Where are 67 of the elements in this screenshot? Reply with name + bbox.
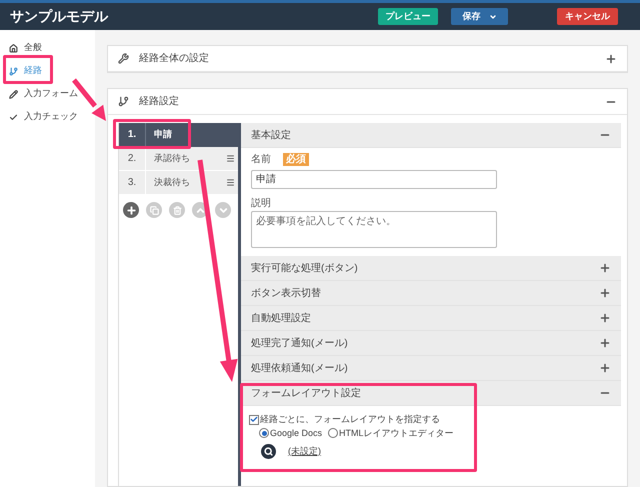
search-button[interactable] — [261, 444, 276, 459]
panel-title: 経路設定 — [139, 94, 180, 109]
section-title: 処理依頼通知(メール) — [251, 362, 348, 376]
section-header[interactable]: 基本設定 — [241, 123, 621, 148]
radio-label: HTMLレイアウトエディター — [339, 426, 454, 440]
drag-handle-icon[interactable] — [226, 154, 235, 163]
check-icon — [250, 415, 258, 424]
step-number: 1. — [126, 128, 138, 142]
section-header[interactable]: 実行可能な処理(ボタン) — [241, 256, 621, 281]
search-icon — [264, 447, 273, 456]
description-field[interactable]: 必要事項を記入してください。 — [251, 211, 497, 248]
expand-icon[interactable] — [605, 52, 617, 64]
trash-icon — [172, 206, 182, 214]
section-title: 自動処理設定 — [251, 312, 311, 326]
step-name: 承認待ち — [145, 147, 226, 170]
section-title: 実行可能な処理(ボタン) — [251, 262, 358, 276]
template-link[interactable]: (未設定) — [288, 444, 321, 458]
copy-icon — [150, 206, 158, 214]
add-button[interactable] — [123, 202, 139, 218]
field-label: 説明 — [251, 196, 272, 211]
section-header[interactable]: ボタン表示切替 — [241, 281, 621, 306]
wrench-icon — [118, 53, 129, 64]
step-item[interactable]: 3. 決裁待ち — [119, 171, 238, 195]
panel-title: 経路全体の設定 — [139, 52, 210, 66]
save-button[interactable]: 保存 — [451, 8, 508, 25]
section-title: ボタン表示切替 — [251, 286, 321, 300]
branch-icon — [118, 96, 129, 107]
caret-icon — [488, 12, 496, 20]
pencil-icon — [9, 90, 18, 98]
checkbox-label: 経路ごとに、フォームレイアウトを指定する — [260, 413, 440, 426]
cancel-button[interactable]: キャンセル — [557, 8, 618, 25]
plus-icon — [126, 204, 136, 216]
section-header[interactable]: 自動処理設定 — [241, 306, 621, 331]
sidebar-item[interactable]: 入力フォーム — [9, 86, 78, 102]
required-badge: 必須 — [283, 153, 309, 166]
expand-icon[interactable] — [599, 262, 611, 274]
section-title: 基本設定 — [251, 128, 291, 142]
section-title: 処理完了通知(メール) — [251, 336, 348, 350]
sidebar-item[interactable]: 経路 — [9, 63, 42, 79]
section-header[interactable]: 処理完了通知(メール) — [241, 331, 621, 356]
sidebar-item[interactable]: 全般 — [9, 40, 42, 56]
radio-button[interactable] — [259, 428, 269, 438]
expand-icon[interactable] — [599, 337, 611, 349]
expand-icon[interactable] — [599, 312, 611, 324]
branch-icon — [9, 66, 18, 76]
radio-label: Google Docs — [270, 426, 322, 440]
step-number: 3. — [126, 176, 138, 190]
checkbox[interactable] — [249, 414, 259, 425]
expand-icon[interactable] — [599, 287, 611, 299]
expand-icon[interactable] — [599, 362, 611, 374]
app-title: サンプルモデル — [10, 7, 110, 26]
field-label: 名前 — [251, 153, 271, 167]
home-icon — [9, 44, 18, 52]
section-title: フォームレイアウト設定 — [251, 386, 361, 400]
radio-button[interactable] — [328, 428, 338, 438]
drag-handle-icon[interactable] — [226, 178, 235, 187]
check-icon — [9, 112, 18, 122]
step-item[interactable]: 1. 申請 — [119, 123, 238, 147]
section-header[interactable]: 処理依頼通知(メール) — [241, 356, 621, 381]
section-header[interactable]: フォームレイアウト設定 — [241, 381, 621, 406]
step-name: 決裁待ち — [145, 171, 226, 194]
step-item[interactable]: 2. 承認待ち — [119, 147, 238, 171]
highlight-frame — [3, 55, 53, 84]
step-name: 申請 — [145, 123, 238, 146]
name-field[interactable]: 申請 — [251, 170, 497, 188]
sidebar-item[interactable]: 入力チェック — [9, 109, 78, 125]
step-number: 2. — [126, 152, 138, 166]
